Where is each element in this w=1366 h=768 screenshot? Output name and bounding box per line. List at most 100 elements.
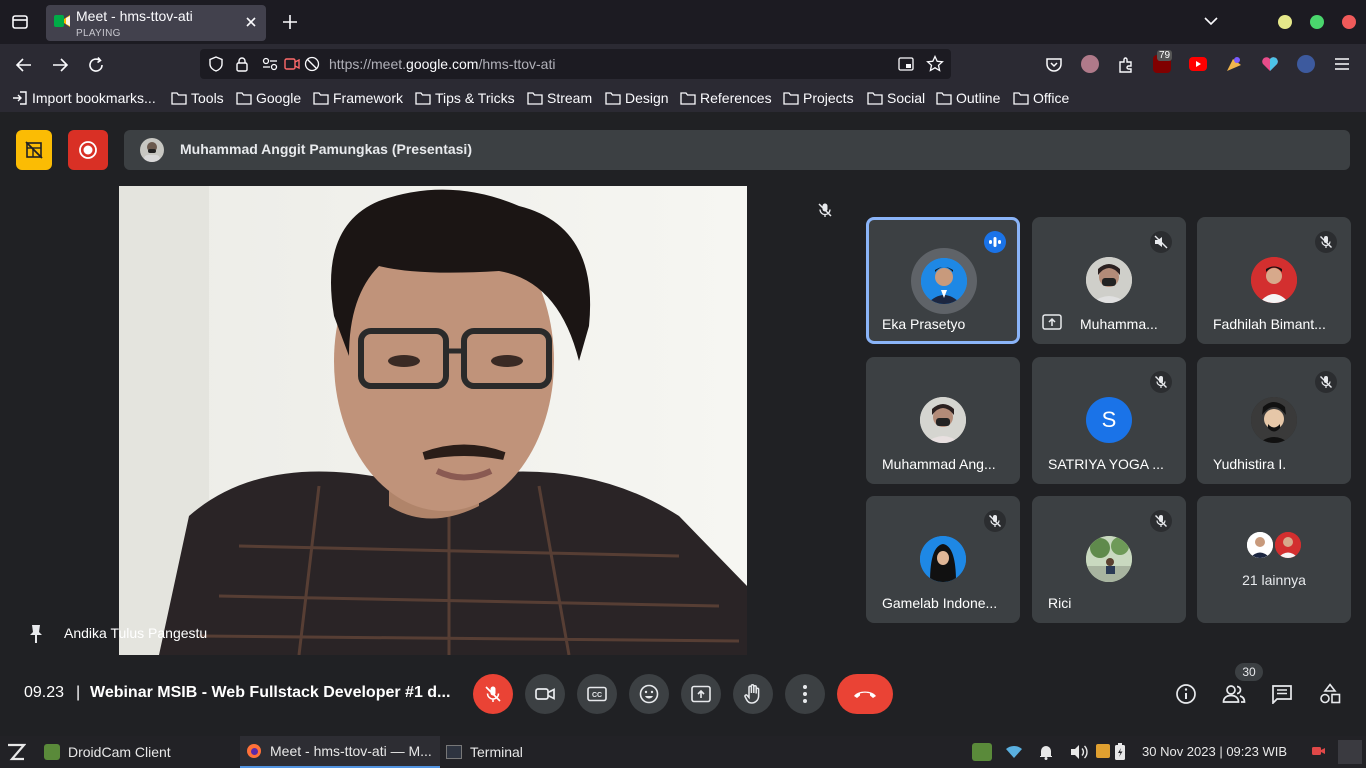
extensions-icon[interactable] — [1117, 56, 1135, 74]
participant-name: Fadhilah Bimant... — [1213, 316, 1326, 332]
participant-tile[interactable]: Gamelab Indone... — [866, 496, 1020, 623]
show-desktop-button[interactable] — [1338, 740, 1362, 764]
recording-button[interactable] — [68, 130, 108, 170]
wifi-icon[interactable] — [1005, 745, 1023, 759]
maximize-button[interactable] — [1310, 15, 1324, 29]
bookmark-label: Import bookmarks... — [32, 90, 156, 106]
folder-icon — [527, 92, 543, 105]
volume-icon[interactable] — [1070, 744, 1088, 760]
bookmark-label: Tips & Tricks — [435, 90, 515, 106]
shield-icon[interactable] — [208, 56, 224, 72]
participant-tile[interactable]: Rici — [1032, 496, 1186, 623]
keyboard-indicator-icon[interactable] — [1096, 744, 1110, 758]
bookmark-folder-social[interactable]: Social — [867, 90, 925, 106]
bookmark-folder-projects[interactable]: Projects — [783, 90, 854, 106]
camera-sharing-icon[interactable] — [284, 57, 300, 71]
close-icon[interactable] — [245, 16, 257, 28]
bookmark-label: Social — [887, 90, 926, 106]
reactions-button[interactable] — [629, 674, 669, 714]
extension-badge: 79 — [1157, 50, 1173, 61]
bookmark-folder-framework[interactable]: Framework — [313, 90, 403, 106]
people-icon[interactable] — [1222, 682, 1246, 706]
lock-icon[interactable] — [235, 56, 249, 72]
presenter-bar[interactable]: Muhammad Anggit Pamungkas (Presentasi) — [124, 130, 1350, 170]
leave-call-button[interactable] — [837, 674, 893, 714]
participant-tile[interactable]: Muhamma... — [1032, 217, 1186, 344]
browser-nav-bar: https://meet.google.com/hms-ttov-ati 79 — [0, 44, 1366, 86]
color-picker-icon[interactable] — [1225, 55, 1243, 73]
bookmark-folder-tips[interactable]: Tips & Tricks — [415, 90, 515, 106]
url-text[interactable]: https://meet.google.com/hms-ttov-ati — [329, 56, 555, 72]
task-droidcam[interactable]: DroidCam Client — [38, 736, 234, 768]
mic-toggle-button[interactable] — [473, 674, 513, 714]
captions-button[interactable]: CC — [577, 674, 617, 714]
tab-status: PLAYING — [76, 28, 121, 39]
new-tab-icon[interactable] — [282, 14, 298, 30]
tab-meet[interactable]: Meet - hms-ttov-ati PLAYING — [46, 5, 266, 41]
bookmark-folder-references[interactable]: References — [680, 90, 772, 106]
screen-record-icon[interactable] — [1312, 745, 1326, 757]
present-screen-button[interactable] — [681, 674, 721, 714]
meeting-details-icon[interactable] — [1174, 682, 1198, 706]
permissions-icon[interactable] — [262, 57, 278, 71]
participant-tile[interactable]: Muhammad Ang... — [866, 357, 1020, 484]
bookmark-star-icon[interactable] — [926, 55, 944, 73]
participant-name: Rici — [1048, 595, 1072, 611]
volume-off-icon — [1150, 231, 1172, 253]
account-avatar-icon[interactable] — [1081, 55, 1099, 73]
autoplay-blocked-icon[interactable] — [304, 56, 320, 72]
avatar — [1245, 530, 1275, 560]
os-taskbar: DroidCam Client Meet - hms-ttov-ati — M.… — [0, 736, 1366, 768]
chevron-down-icon[interactable] — [1204, 16, 1218, 26]
bookmark-folder-design[interactable]: Design — [605, 90, 669, 106]
bookmark-import[interactable]: Import bookmarks... — [12, 90, 156, 106]
cursor-extension-icon[interactable] — [1297, 55, 1315, 73]
participant-tile[interactable]: Fadhilah Bimant... — [1197, 217, 1351, 344]
heart-extension-icon[interactable] — [1261, 55, 1279, 73]
droidcam-icon — [44, 744, 60, 760]
url-path: /hms-ttov-ati — [478, 56, 556, 72]
others-tile[interactable]: 21 lainnya — [1197, 496, 1351, 623]
chat-icon[interactable] — [1270, 682, 1294, 706]
camera-toggle-button[interactable] — [525, 674, 565, 714]
pocket-icon[interactable] — [1045, 56, 1063, 74]
participant-name: Gamelab Indone... — [882, 595, 998, 611]
bookmark-folder-google[interactable]: Google — [236, 90, 301, 106]
minimize-button[interactable] — [1278, 15, 1292, 29]
youtube-icon[interactable] — [1189, 57, 1207, 71]
reload-icon[interactable] — [87, 56, 105, 74]
bookmark-folder-stream[interactable]: Stream — [527, 90, 592, 106]
bookmark-folder-outline[interactable]: Outline — [936, 90, 1000, 106]
forward-icon[interactable] — [51, 56, 69, 74]
system-datetime[interactable]: 30 Nov 2023 | 09:23 WIB — [1142, 744, 1287, 759]
bookmark-folder-office[interactable]: Office — [1013, 90, 1069, 106]
bookmark-label: Projects — [803, 90, 854, 106]
activities-icon[interactable] — [1318, 682, 1342, 706]
close-window-button[interactable] — [1342, 15, 1356, 29]
others-count-label: 21 lainnya — [1242, 572, 1306, 588]
battery-icon[interactable] — [1114, 743, 1126, 761]
droidcam-tray-icon[interactable] — [972, 743, 992, 761]
url-bar[interactable]: https://meet.google.com/hms-ttov-ati — [200, 49, 951, 79]
task-terminal[interactable]: Terminal — [440, 736, 560, 768]
back-icon[interactable] — [15, 56, 33, 74]
participant-tile[interactable]: S SATRIYA YOGA ... — [1032, 357, 1186, 484]
bookmark-folder-tools[interactable]: Tools — [171, 90, 224, 106]
main-video[interactable] — [119, 186, 747, 655]
zorin-menu-icon[interactable] — [6, 743, 26, 761]
bookmark-label: Stream — [547, 90, 593, 106]
participant-count-badge: 30 — [1235, 663, 1263, 681]
menu-icon[interactable] — [1333, 57, 1351, 71]
task-firefox[interactable]: Meet - hms-ttov-ati — M... — [240, 736, 440, 768]
more-options-button[interactable] — [785, 674, 825, 714]
record-icon — [79, 141, 97, 159]
participant-tile[interactable]: Yudhistira I. — [1197, 357, 1351, 484]
participant-tile[interactable]: Eka Prasetyo — [866, 217, 1020, 344]
picture-in-picture-icon[interactable] — [898, 56, 914, 72]
presenter-avatar — [140, 138, 164, 162]
layout-toggle-button[interactable] — [16, 130, 52, 170]
notification-bell-icon[interactable] — [1038, 744, 1054, 760]
pin-icon[interactable] — [28, 624, 44, 644]
raise-hand-button[interactable] — [733, 674, 773, 714]
tab-overview-icon[interactable] — [11, 13, 29, 31]
